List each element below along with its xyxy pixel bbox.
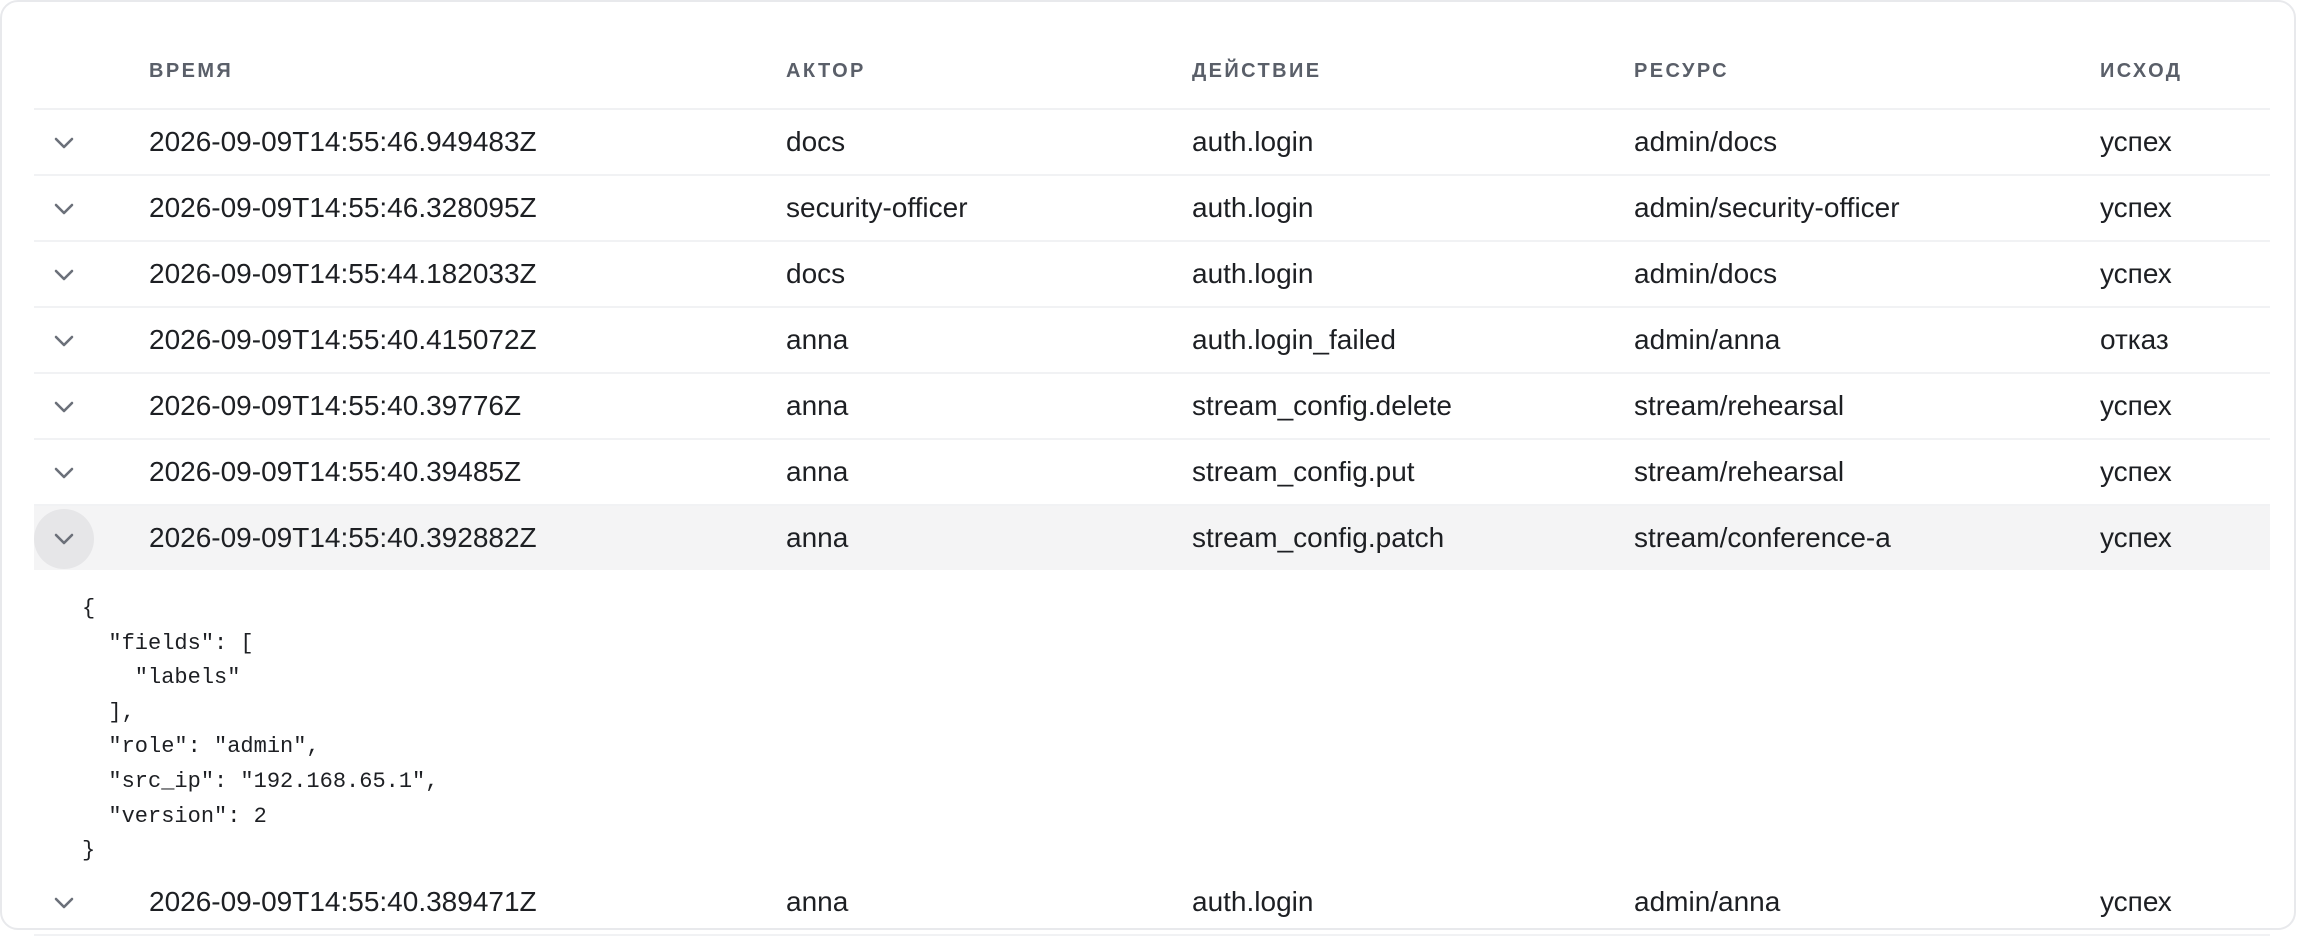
- audit-log-card: ВРЕМЯ АКТОР ДЕЙСТВИЕ РЕСУРС ИСХОД 2026-0…: [0, 0, 2296, 936]
- cell-resource: stream/rehearsal: [1634, 390, 1845, 421]
- cell-actor: anna: [786, 324, 849, 355]
- cell-action: auth.login: [1192, 258, 1314, 289]
- expand-toggle-button[interactable]: [34, 311, 94, 371]
- row-details-panel: { "fields": [ "labels" ], "role": "admin…: [34, 570, 2270, 870]
- column-header-action[interactable]: ДЕЙСТВИЕ: [1192, 60, 1321, 83]
- table-row[interactable]: 2026-09-09T14:55:40.415072Z anna auth.lo…: [34, 308, 2270, 374]
- table-row[interactable]: 2026-09-09T14:55:46.949483Z docs auth.lo…: [34, 110, 2270, 176]
- chevron-down-icon: [53, 202, 75, 216]
- column-header-resource[interactable]: РЕСУРС: [1634, 60, 1729, 83]
- column-header-actor[interactable]: АКТОР: [786, 60, 866, 83]
- chevron-down-icon: [53, 400, 75, 414]
- cell-time: 2026-09-09T14:55:44.182033Z: [149, 258, 537, 289]
- cell-resource: admin/docs: [1634, 126, 1778, 157]
- expand-toggle-button[interactable]: [34, 113, 94, 173]
- cell-action: stream_config.patch: [1192, 522, 1445, 553]
- cell-outcome: успех: [2100, 390, 2172, 421]
- cell-time: 2026-09-09T14:55:40.415072Z: [149, 324, 537, 355]
- chevron-down-icon: [53, 466, 75, 480]
- cell-action: auth.login: [1192, 192, 1314, 223]
- cell-action: stream_config.delete: [1192, 390, 1452, 421]
- expand-toggle-button[interactable]: [34, 245, 94, 305]
- cell-actor: anna: [786, 456, 849, 487]
- cell-resource: stream/rehearsal: [1634, 456, 1845, 487]
- audit-log-table: ВРЕМЯ АКТОР ДЕЙСТВИЕ РЕСУРС ИСХОД 2026-0…: [34, 38, 2270, 936]
- cell-resource: admin/anna: [1634, 324, 1781, 355]
- expand-toggle-button[interactable]: [34, 377, 94, 437]
- cell-outcome: успех: [2100, 192, 2172, 223]
- cell-outcome: успех: [2100, 886, 2172, 917]
- table-row[interactable]: 2026-09-09T14:55:40.389471Z anna auth.lo…: [34, 870, 2270, 936]
- table-body: 2026-09-09T14:55:46.949483Z docs auth.lo…: [34, 110, 2270, 936]
- expand-toggle-button[interactable]: [34, 509, 94, 569]
- cell-time: 2026-09-09T14:55:40.389471Z: [149, 886, 537, 917]
- cell-outcome: успех: [2100, 456, 2172, 487]
- chevron-down-icon: [53, 268, 75, 282]
- chevron-down-icon: [53, 334, 75, 348]
- chevron-down-icon: [53, 532, 75, 546]
- cell-resource: admin/security-officer: [1634, 192, 1900, 223]
- chevron-down-icon: [53, 896, 75, 910]
- cell-time: 2026-09-09T14:55:46.949483Z: [149, 126, 537, 157]
- cell-actor: anna: [786, 886, 849, 917]
- cell-actor: anna: [786, 522, 849, 553]
- table-row[interactable]: 2026-09-09T14:55:40.39776Z anna stream_c…: [34, 374, 2270, 440]
- row-details-json: { "fields": [ "labels" ], "role": "admin…: [82, 596, 439, 864]
- cell-outcome: успех: [2100, 126, 2172, 157]
- expand-toggle-button[interactable]: [34, 443, 94, 503]
- cell-action: stream_config.put: [1192, 456, 1415, 487]
- cell-action: auth.login_failed: [1192, 324, 1396, 355]
- chevron-down-icon: [53, 136, 75, 150]
- cell-actor: docs: [786, 258, 846, 289]
- cell-resource: admin/anna: [1634, 886, 1781, 917]
- table-row[interactable]: 2026-09-09T14:55:46.328095Z security-off…: [34, 176, 2270, 242]
- cell-time: 2026-09-09T14:55:40.39485Z: [149, 456, 522, 487]
- cell-time: 2026-09-09T14:55:40.39776Z: [149, 390, 522, 421]
- cell-time: 2026-09-09T14:55:40.392882Z: [149, 522, 537, 553]
- table-row[interactable]: 2026-09-09T14:55:44.182033Z docs auth.lo…: [34, 242, 2270, 308]
- cell-action: auth.login: [1192, 126, 1314, 157]
- expand-toggle-button[interactable]: [34, 873, 94, 933]
- column-header-outcome[interactable]: ИСХОД: [2100, 60, 2182, 83]
- column-header-time[interactable]: ВРЕМЯ: [149, 60, 233, 83]
- table-row[interactable]: 2026-09-09T14:55:40.392882Z anna stream_…: [34, 506, 2270, 570]
- cell-outcome: успех: [2100, 258, 2172, 289]
- cell-resource: stream/conference-a: [1634, 522, 1891, 553]
- expand-toggle-button[interactable]: [34, 179, 94, 239]
- cell-actor: security-officer: [786, 192, 968, 223]
- cell-outcome: отказ: [2100, 324, 2169, 355]
- table-row[interactable]: 2026-09-09T14:55:40.39485Z anna stream_c…: [34, 440, 2270, 506]
- cell-time: 2026-09-09T14:55:46.328095Z: [149, 192, 537, 223]
- cell-actor: docs: [786, 126, 846, 157]
- cell-actor: anna: [786, 390, 849, 421]
- cell-action: auth.login: [1192, 886, 1314, 917]
- cell-outcome: успех: [2100, 522, 2172, 553]
- cell-resource: admin/docs: [1634, 258, 1778, 289]
- table-header: ВРЕМЯ АКТОР ДЕЙСТВИЕ РЕСУРС ИСХОД: [34, 38, 2270, 110]
